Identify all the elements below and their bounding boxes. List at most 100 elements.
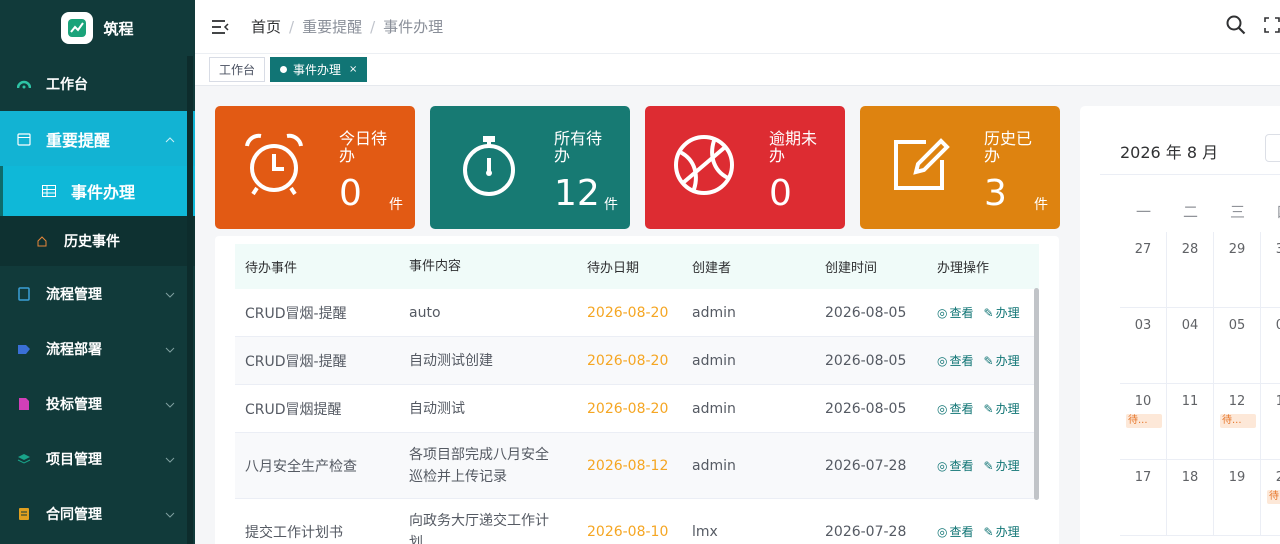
eye-icon: ◎ (937, 524, 948, 539)
day-number: 20 (1275, 470, 1280, 485)
stat-value: 3 (984, 173, 1007, 214)
search-icon[interactable] (1226, 15, 1246, 39)
menu-toggle-icon[interactable] (211, 19, 229, 35)
stat-card-all[interactable]: 所有待办 12 件 (430, 106, 630, 229)
calendar-day[interactable]: 05 (1214, 308, 1261, 384)
calendar-day[interactable]: 19 (1214, 460, 1261, 536)
stat-title: 逾期未办 (769, 129, 818, 165)
calendar-day[interactable]: 03 (1120, 308, 1167, 384)
contract-icon (16, 506, 32, 522)
chevron-down-icon (165, 506, 175, 522)
calendar-panel: 2026 年 8 月 一 二 三 四 27 28 29 30 03 04 05 … (1080, 106, 1280, 544)
sidebar-item-flow-deploy[interactable]: 流程部署 (0, 321, 195, 376)
stat-value: 0 (769, 173, 792, 214)
stat-card-history[interactable]: 历史已办 3 件 (860, 106, 1060, 229)
sidebar-item-flow-management[interactable]: 流程管理 (0, 266, 195, 321)
view-button[interactable]: ◎ 查看 (937, 400, 974, 417)
sidebar-item-projects[interactable]: 项目管理 (0, 431, 195, 486)
stat-card-overdue[interactable]: 逾期未办 0 (645, 106, 845, 229)
cell-due-date: 2026-08-10 (587, 523, 669, 540)
table-row[interactable]: CRUD冒烟-提醒 自动测试创建 2026-08-20 admin 2026-0… (235, 337, 1039, 385)
pen-icon: ✎ (983, 305, 994, 320)
handle-button[interactable]: ✎ 办理 (984, 400, 1020, 417)
stat-card-today[interactable]: 今日待办 0 件 (215, 106, 415, 229)
view-label: 查看 (949, 459, 974, 473)
calendar-day[interactable]: 30 (1261, 232, 1280, 308)
view-button[interactable]: ◎ 查看 (937, 523, 974, 540)
calendar-event[interactable]: 待... (1126, 414, 1162, 428)
cell-creator: admin (692, 352, 736, 369)
app-name: 筑程 (103, 19, 134, 38)
handle-button[interactable]: ✎ 办理 (984, 523, 1020, 540)
day-number: 27 (1134, 242, 1152, 257)
view-button[interactable]: ◎ 查看 (937, 457, 974, 474)
eye-icon: ◎ (937, 305, 948, 320)
calendar-day[interactable]: 17 (1120, 460, 1167, 536)
cell-actions: ◎ 查看 ✎ 办理 (937, 304, 1020, 321)
stat-title: 历史已办 (984, 129, 1033, 165)
calendar-day[interactable]: 29 (1214, 232, 1261, 308)
calendar-day[interactable]: 06 (1261, 308, 1280, 384)
table-row[interactable]: CRUD冒烟提醒 自动测试 2026-08-20 admin 2026-08-0… (235, 385, 1039, 433)
sidebar-item-bidding[interactable]: 投标管理 (0, 376, 195, 431)
sidebar-item-reminders[interactable]: 重要提醒 (0, 111, 195, 166)
cell-creator: admin (692, 304, 736, 321)
app-logo[interactable]: 筑程 (0, 0, 195, 56)
todo-table-panel: 待办事件 事件内容 待办日期 创建者 创建时间 办理操作 CRUD冒烟-提醒 a… (215, 236, 1059, 544)
calendar-event[interactable]: 待... (1220, 414, 1256, 428)
cell-created-time: 2026-07-28 (825, 457, 907, 474)
calendar-day[interactable]: 10 待... (1120, 384, 1167, 460)
calendar-day[interactable]: 27 (1120, 232, 1167, 308)
handle-button[interactable]: ✎ 办理 (984, 457, 1020, 474)
breadcrumb-separator: / (289, 17, 295, 36)
breadcrumb-reminders[interactable]: 重要提醒 (302, 16, 362, 37)
calendar-event[interactable]: 待... (1267, 490, 1280, 504)
sidebar-item-label: 投标管理 (46, 396, 102, 413)
calendar-title: 2026 年 8 月 (1120, 143, 1219, 162)
view-button[interactable]: ◎ 查看 (937, 304, 974, 321)
breadcrumb-home[interactable]: 首页 (251, 16, 281, 37)
sidebar-item-label: 工作台 (46, 76, 88, 93)
cell-content: 向政务大厅递交工作计划 (409, 512, 549, 544)
calendar-day[interactable]: 13 (1261, 384, 1280, 460)
stat-title: 今日待办 (339, 129, 388, 165)
close-icon[interactable]: × (349, 64, 357, 75)
calendar-day[interactable]: 18 (1167, 460, 1214, 536)
tag-event-handling[interactable]: 事件办理 × (270, 57, 368, 82)
cell-creator: lmx (692, 523, 718, 540)
pen-icon: ✎ (983, 524, 994, 539)
eye-icon: ◎ (937, 401, 948, 416)
calendar-day[interactable]: 11 (1167, 384, 1214, 460)
calendar-nav-button[interactable] (1265, 134, 1280, 162)
cell-event: 提交工作计划书 (245, 524, 343, 541)
day-number: 03 (1134, 318, 1152, 333)
cell-creator: admin (692, 457, 736, 474)
chevron-down-icon (165, 286, 175, 302)
stat-unit: 件 (604, 197, 618, 213)
view-button[interactable]: ◎ 查看 (937, 352, 974, 369)
calendar-day[interactable]: 28 (1167, 232, 1214, 308)
table-row[interactable]: CRUD冒烟-提醒 auto 2026-08-20 admin 2026-08-… (235, 289, 1039, 337)
cell-content: 自动测试 (409, 400, 465, 417)
sidebar-item-event-handling[interactable]: 事件办理 (0, 166, 195, 216)
header-event: 待办事件 (245, 261, 298, 276)
header-actions: 办理操作 (937, 261, 990, 276)
calendar-day[interactable]: 20 待... (1261, 460, 1280, 536)
table-row[interactable]: 八月安全生产检查 各项目部完成八月安全巡检并上传记录 2026-08-12 ad… (235, 433, 1039, 499)
handle-button[interactable]: ✎ 办理 (984, 352, 1020, 369)
fullscreen-icon[interactable] (1264, 17, 1280, 37)
table-scrollbar[interactable] (1034, 288, 1039, 500)
cell-due-date: 2026-08-20 (587, 400, 669, 417)
handle-label: 办理 (995, 525, 1020, 539)
day-number: 29 (1228, 242, 1246, 257)
tag-dashboard[interactable]: 工作台 (209, 57, 266, 82)
sidebar-scrollbar[interactable] (187, 56, 193, 544)
handle-button[interactable]: ✎ 办理 (984, 304, 1020, 321)
calendar-day[interactable]: 12 待... (1214, 384, 1261, 460)
sidebar-item-history[interactable]: 历史事件 (0, 216, 195, 266)
sidebar-item-contracts[interactable]: 合同管理 (0, 486, 195, 541)
sidebar-item-dashboard[interactable]: 工作台 (0, 56, 195, 111)
table-row[interactable]: 提交工作计划书 向政务大厅递交工作计划 2026-08-10 lmx 2026-… (235, 499, 1039, 544)
alarm-clock-icon (241, 132, 307, 198)
calendar-day[interactable]: 04 (1167, 308, 1214, 384)
